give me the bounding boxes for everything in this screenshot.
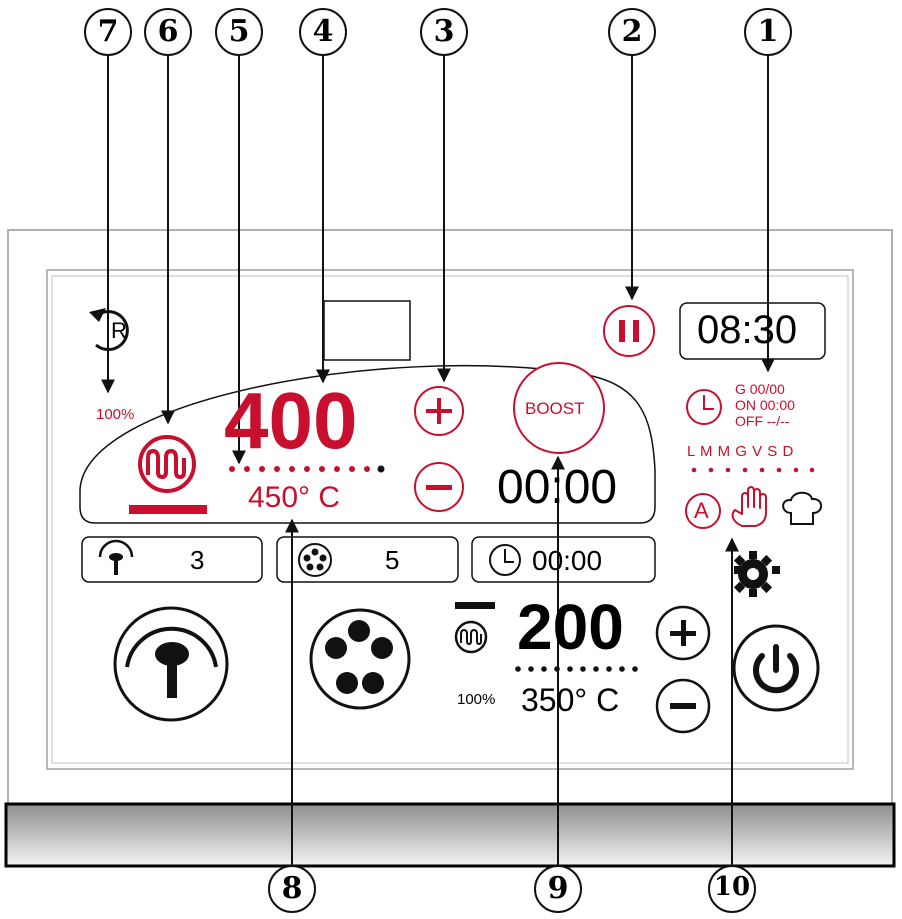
callout-4: 4 — [312, 14, 334, 49]
callout-5: 5 — [228, 14, 250, 49]
day-letters[interactable]: L M M G V S D — [687, 444, 793, 459]
callout-9: 9 — [547, 871, 569, 906]
fan-button-hit[interactable] — [115, 608, 227, 720]
callout-8: 8 — [281, 871, 303, 906]
fan-level-value: 3 — [190, 545, 205, 575]
callout-10: 10 — [713, 872, 751, 902]
zone1-heater-button[interactable] — [128, 430, 208, 516]
recipe-mode-button[interactable] — [780, 488, 822, 528]
zone1-plus-hit[interactable] — [415, 387, 463, 435]
zone2-minus-hit[interactable] — [657, 680, 709, 732]
callout-2: 2 — [621, 14, 643, 49]
callout-6: 6 — [157, 14, 179, 49]
reset-button[interactable] — [84, 306, 134, 356]
callout-3: 3 — [433, 14, 455, 49]
zone1-value: 400 — [224, 376, 358, 465]
zone2-plus-hit[interactable] — [657, 607, 709, 659]
status-display — [323, 300, 411, 361]
manual-mode-button[interactable] — [732, 486, 770, 528]
zone1-power-pct: 100% — [96, 406, 135, 423]
burner-button-hit[interactable] — [311, 610, 409, 708]
clock-button[interactable] — [680, 303, 825, 359]
auto-mode-label[interactable]: A — [694, 500, 709, 522]
boost-button-hit[interactable] — [514, 363, 604, 453]
callout-7: 7 — [97, 14, 119, 49]
power-button-hit[interactable] — [734, 626, 818, 710]
zone1-temperature: 450° C — [248, 481, 341, 514]
zone1-minus-hit[interactable] — [415, 463, 463, 511]
callout-1: 1 — [757, 14, 779, 49]
zone2-value: 200 — [517, 591, 624, 663]
pause-button-hit[interactable] — [604, 306, 654, 356]
zone2-heater-button[interactable] — [452, 600, 498, 656]
timer-value: 00:00 — [532, 545, 603, 576]
zone1-timer: 00:00 — [497, 461, 618, 514]
zone2-temperature: 350° C — [521, 682, 620, 718]
device-base — [4, 802, 896, 868]
schedule-button[interactable] — [686, 380, 821, 430]
zone2-power-pct: 100% — [457, 691, 496, 708]
settings-button[interactable] — [732, 551, 778, 597]
burner-level-value: 5 — [385, 545, 400, 575]
